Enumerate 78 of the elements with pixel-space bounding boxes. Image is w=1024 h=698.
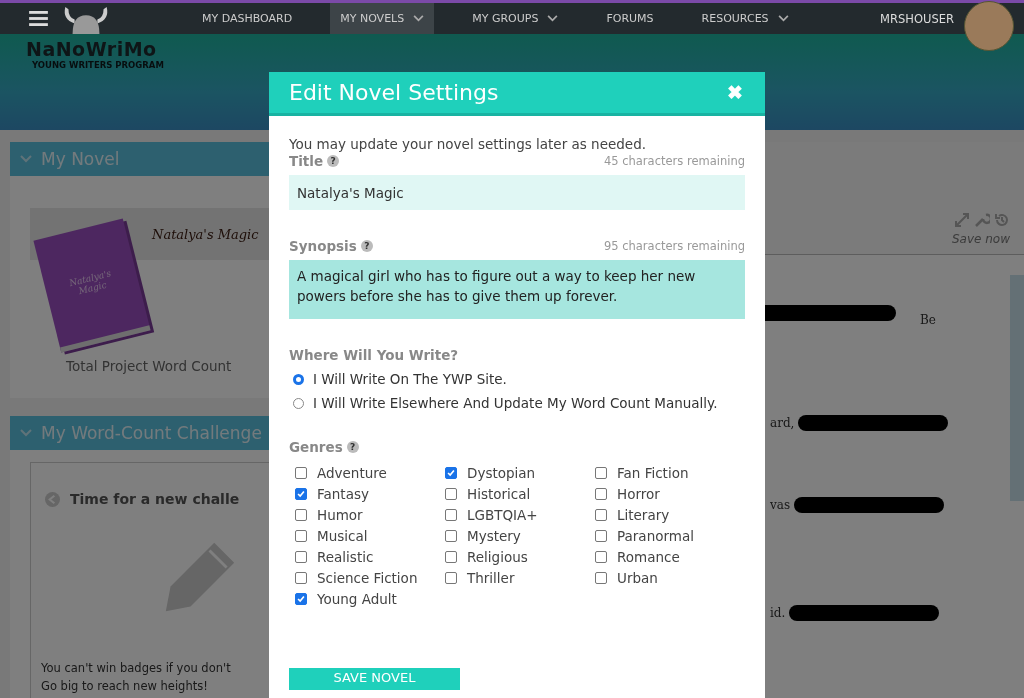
characters-remaining: 45 characters remaining (603, 154, 745, 168)
checkbox[interactable] (445, 509, 457, 521)
radio-label: I Will Write On The YWP Site. (313, 371, 507, 387)
caret-icon (20, 155, 32, 163)
checkbox[interactable] (295, 593, 307, 605)
intro-text: You may update your novel settings later as needed. (289, 136, 647, 153)
checkbox[interactable] (295, 467, 307, 479)
nav-tab[interactable]: MY DASHBOARD (192, 3, 303, 34)
checkbox[interactable] (445, 488, 457, 500)
field-label: Synopsis (289, 238, 357, 254)
synopsis-text-area[interactable]: A magical girl who has to figure out a way to keep her new powers before she has to give them up forever. (289, 260, 745, 319)
checkbox[interactable] (445, 467, 457, 479)
caret-icon (20, 429, 32, 437)
title-input-field[interactable]: Natalya's Magic (289, 175, 745, 210)
checkbox[interactable] (295, 509, 307, 521)
checkbox[interactable] (595, 551, 607, 563)
checkbox[interactable] (445, 530, 457, 542)
checkbox[interactable] (295, 551, 307, 563)
section-label: Where Will You Write? (289, 347, 460, 363)
checkbox-label: Literary (617, 507, 670, 523)
field-label: Title (289, 153, 324, 169)
checkbox-label: Mystery (467, 528, 521, 544)
nav-tab[interactable]: MY NOVELS (330, 3, 435, 34)
section-label: Genres (289, 439, 343, 455)
checkbox-label: Paranormal (617, 528, 694, 544)
avatar[interactable] (964, 1, 1014, 51)
challenge-text: You can't win badges if you don't (41, 660, 231, 677)
checkbox-label: Urban (617, 570, 658, 586)
checkbox-label: Dystopian (467, 465, 536, 481)
checkbox-label: Humor (317, 507, 363, 523)
checkbox[interactable] (295, 572, 307, 584)
checkbox-label: LGBTQIA+ (467, 507, 538, 523)
help-icon[interactable]: ? (327, 155, 340, 167)
checkbox-label: Musical (317, 528, 368, 544)
nav-tab[interactable]: FORUMS (596, 3, 664, 34)
checkbox-label: Fan Fiction (617, 465, 689, 481)
checkbox[interactable] (595, 488, 607, 500)
username-link[interactable]: MRSHOUSER (880, 11, 954, 26)
checkbox-label: Young Adult (317, 591, 397, 607)
radio-label: I Will Write Elsewhere And Update My Word Count Manually. (313, 395, 718, 411)
checkbox[interactable] (445, 572, 457, 584)
word-count-label: Total Project Word Count (66, 358, 232, 374)
nav-tab[interactable]: MY GROUPS (462, 3, 569, 34)
challenge-title: Time for a new challe (70, 491, 240, 507)
checkbox[interactable] (295, 530, 307, 542)
checkbox-label: Realistic (317, 549, 374, 565)
checkbox-label: Religious (467, 549, 528, 565)
checkbox-label: Romance (617, 549, 680, 565)
radio-button[interactable] (293, 373, 304, 385)
checkbox-label: Fantasy (317, 486, 369, 502)
checkbox[interactable] (445, 551, 457, 563)
nav-tab[interactable]: RESOURCES (691, 3, 799, 34)
checkbox-label: Historical (467, 486, 531, 502)
document-text: ard, (770, 416, 795, 430)
scrollbar[interactable] (1010, 275, 1024, 501)
checkbox-label: Science Fiction (317, 570, 418, 586)
checkbox[interactable] (595, 572, 607, 584)
logo-subtitle: YOUNG WRITERS PROGRAM (32, 60, 165, 70)
checkbox[interactable] (595, 530, 607, 542)
help-icon[interactable]: ? (346, 441, 359, 453)
checkbox[interactable] (295, 488, 307, 500)
checkbox[interactable] (595, 509, 607, 521)
cover-title: Natalya's Magic (67, 267, 114, 299)
panel-title: My Novel (41, 149, 120, 169)
document-text: vas (770, 498, 791, 512)
characters-remaining: 95 characters remaining (603, 239, 745, 253)
challenge-text: Go big to reach new heights! (41, 678, 209, 695)
checkbox-label: Adventure (317, 465, 387, 481)
modal-title: Edit Novel Settings (289, 80, 499, 105)
checkbox-label: Thriller (467, 570, 515, 586)
document-text: id. (770, 606, 786, 620)
checkbox[interactable] (595, 467, 607, 479)
novel-title: Natalya's Magic (152, 226, 259, 242)
menu-icon[interactable] (29, 11, 48, 26)
document-text: Be (920, 313, 936, 327)
help-icon[interactable]: ? (360, 240, 373, 252)
checkbox-label: Horror (617, 486, 660, 502)
panel-title: My Word-Count Challenge (41, 423, 262, 443)
